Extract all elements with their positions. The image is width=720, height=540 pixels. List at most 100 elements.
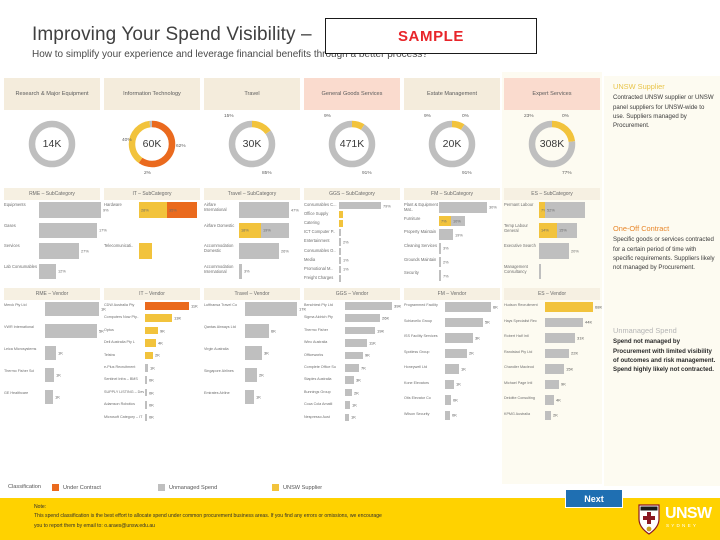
vendor-row[interactable]: Michael Page Intl 9K [504, 379, 600, 390]
vendor-row[interactable]: Singapore Airlines 2K [204, 368, 300, 382]
subcategory-row[interactable]: Executive Search 20% [504, 243, 600, 259]
subcategory-row[interactable]: Consumables O.. [304, 247, 400, 255]
vendor-row[interactable]: Coca Cola Amatil 1K [304, 401, 400, 409]
subcategory-bar-group: 1% [339, 265, 400, 273]
vendor-row[interactable]: Nespresso Aust 1K [304, 413, 400, 422]
category-donut-chart[interactable]: 30K 15% 85% [202, 114, 302, 186]
vendor-row[interactable]: Schiavello Group 5K [404, 317, 500, 328]
vendor-row[interactable]: Bunnings Group 2K [304, 388, 400, 397]
unsw-wordmark: UNSW [665, 505, 712, 522]
vendor-row[interactable]: Complete Office Su 7K [304, 364, 400, 372]
vendor-bar-segment [445, 410, 450, 421]
page-footer: Note: This spend classification is the b… [0, 489, 720, 540]
category-donut-chart[interactable]: 14K [2, 114, 102, 186]
subcategory-row[interactable]: Cleaning Services 3% [404, 243, 500, 254]
subcategory-row[interactable]: Accommodation International 3% [204, 263, 300, 280]
vendor-row[interactable]: Lufthansa Travel Co 17K [204, 302, 306, 316]
category-header[interactable]: Expert Services [504, 78, 600, 110]
category-donut-chart[interactable]: 20K 9% 0% 91% [402, 114, 502, 186]
subcategory-row[interactable]: Equipments 9% [4, 202, 109, 218]
vendor-row[interactable]: Chandler Macleod 15K [504, 364, 600, 374]
vendor-row[interactable]: Programmed Facility 6K [404, 302, 500, 312]
vendor-row[interactable]: Thermo Fisher Sci 1K [4, 368, 100, 382]
subcategory-row[interactable]: Catering [304, 220, 400, 228]
vendor-row[interactable]: VWR International 5K [4, 324, 104, 338]
vendor-row[interactable]: KPMG Australia 2K [504, 410, 600, 421]
category-donut-chart[interactable]: 60K 40% 62% 2% [102, 114, 202, 186]
vendor-row[interactable]: Optus 9K [104, 326, 200, 335]
subcategory-bar-segment [139, 243, 152, 259]
subcategory-row[interactable]: Permant Labour 7% 52% [504, 202, 600, 218]
vendor-row[interactable]: Winc Australia 11K [304, 339, 400, 347]
vendor-row[interactable]: Emirates Airline 1K [204, 390, 300, 404]
vendor-row[interactable]: Hays Specialist Rec 44K [504, 317, 600, 328]
vendor-row[interactable]: Sigma Aldrich Pty 26K [304, 314, 400, 323]
vendor-row[interactable]: Thermo Fisher 19K [304, 326, 400, 335]
category-header[interactable]: Information Technology [104, 78, 200, 110]
subcategory-row[interactable]: Management Consultancy [504, 263, 600, 280]
vendor-row[interactable]: e-Plus Recruitment 1K [104, 364, 200, 372]
subcategory-row[interactable]: Freight Charges [304, 274, 400, 282]
vendor-row[interactable]: Randstad Pty Ltd 22K [504, 348, 600, 359]
subcategory-row[interactable]: Accommodation Domestic 26% [204, 243, 300, 259]
vendor-row[interactable]: Dell Australia Pty L 4K [104, 339, 200, 347]
subcategory-row[interactable]: Telecomunicati.. [104, 243, 200, 259]
subcategory-row[interactable]: Media 1% [304, 256, 400, 264]
vendor-row[interactable]: Officeworks 9K [304, 351, 400, 360]
subcategory-row[interactable]: Airfare International 47% [204, 202, 300, 218]
subcategory-row[interactable]: Entertainment 2% [304, 238, 400, 246]
subcategory-row[interactable]: Lab Consumables 12% [4, 263, 100, 280]
vendor-row[interactable]: Microsoft Category – IT 0K [104, 413, 200, 422]
vendor-row[interactable]: Spotless Group 2K [404, 348, 500, 359]
vendor-row[interactable]: Hudson Recruitment 68K [504, 302, 602, 312]
vendor-label: CDW Australia Pty [104, 303, 135, 307]
subcategory-row[interactable]: Furniture 7% 10% [404, 215, 500, 227]
vendor-row[interactable]: GE Healthcare 1K [4, 390, 100, 404]
next-button[interactable]: Next [565, 489, 623, 508]
vendor-row[interactable]: Benchtest Pty Ltd 39K [304, 302, 401, 310]
subcategory-row[interactable]: Consumables C... 79% [304, 202, 400, 210]
subcategory-row[interactable]: Security 7% [404, 270, 500, 281]
category-header[interactable]: Estate Management [404, 78, 500, 110]
vendor-row[interactable]: SUPPLY LISTING – Dev 0K [104, 388, 200, 397]
vendor-row[interactable]: Otis Elevator Co 0K [404, 395, 500, 405]
subcategory-row[interactable]: Services 27% [4, 243, 100, 259]
vendor-row[interactable]: Leica Microsystems 1K [4, 346, 100, 360]
category-donut-chart[interactable]: 471K 9% 91% [302, 114, 402, 186]
category-header[interactable]: General Goods Services [304, 78, 400, 110]
vendor-row[interactable]: ISS Facility Services 3K [404, 333, 500, 343]
vendor-row[interactable]: Merck Pty Ltd 1K [4, 302, 106, 316]
subcategory-row[interactable]: Office Supply [304, 211, 400, 219]
category-donut-chart[interactable]: 308K 23% 0% 77% [502, 114, 602, 186]
vendor-row[interactable]: Staples Australia 3K [304, 376, 400, 385]
vendor-row[interactable]: Virgin Australia 3K [204, 346, 300, 360]
category-header[interactable]: Research & Major Equipment [4, 78, 100, 110]
subcategory-row[interactable]: Temp Labour General 14% 15% [504, 222, 600, 239]
vendor-label: Emirates Airline [204, 391, 230, 395]
legend-item[interactable]: Unmanaged Spend [158, 484, 217, 491]
bar-value-label: 52% [547, 207, 555, 213]
vendor-row[interactable]: Qantas Airways Ltd 6K [204, 324, 300, 338]
vendor-row[interactable]: Wilson Security 0K [404, 410, 500, 421]
vendor-row[interactable]: Sentinel Infra – BMS 0K [104, 376, 200, 385]
vendor-row[interactable]: CDW Australia Pty 11K [104, 302, 200, 310]
subcategory-bar-segment: 19% [261, 222, 289, 239]
legend-item[interactable]: UNSW Supplier [272, 484, 322, 491]
vendor-row[interactable]: Honeywell Ltd 1K [404, 364, 500, 374]
vendor-row[interactable]: Kone Elevators 1K [404, 379, 500, 390]
subcategory-row[interactable]: Promotional M.. 1% [304, 265, 400, 273]
subcategory-row[interactable]: Gases 17% [4, 222, 107, 239]
vendor-row[interactable]: Telstra 2K [104, 351, 200, 360]
subcategory-row[interactable]: Airfare Domestic 18% 19% [204, 222, 300, 239]
subcategory-row[interactable]: Property Maintain 19% [404, 229, 500, 240]
vendor-row[interactable]: Computers Now Pty.. 13K [104, 314, 200, 323]
category-header[interactable]: Travel [204, 78, 300, 110]
legend-item[interactable]: Under Contract [52, 484, 101, 491]
subcategory-row[interactable]: Hardware 28% 35% [104, 202, 200, 218]
subcategory-row[interactable]: Grounds Maintain 2% [404, 256, 500, 268]
vendor-row[interactable]: Robert Half Intl 31K [504, 333, 600, 343]
subcategory-row[interactable]: ICT Computer P.. [304, 229, 400, 237]
vendor-row[interactable]: Deloitte Consulting 4K [504, 395, 600, 405]
subcategory-row[interactable]: Plant & Equipment Mat.. 30% [404, 202, 500, 213]
vendor-row[interactable]: Adamson Robotics 0K [104, 401, 200, 409]
